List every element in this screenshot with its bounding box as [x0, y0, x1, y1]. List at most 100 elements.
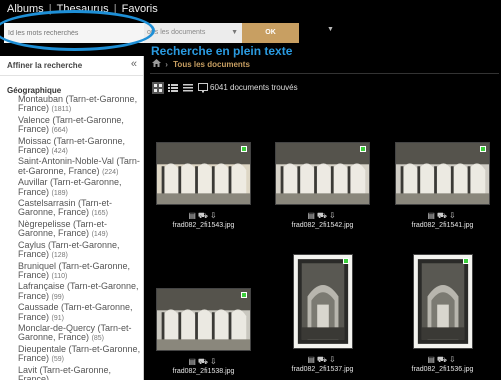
result-filename[interactable]: frad082_2fi1541.jpg — [395, 222, 490, 229]
details-icon[interactable]: ▤ — [427, 355, 437, 364]
nav-albums[interactable]: Albums — [7, 0, 44, 18]
facet-count: (1811) — [51, 106, 72, 114]
result-card[interactable]: ▤⛟⇩ frad082_2fi1543.jpg — [156, 142, 251, 229]
download-icon[interactable]: ⇩ — [329, 211, 338, 220]
result-thumbnail[interactable] — [156, 142, 251, 205]
results-area: › Tous les documents 6041 documents trou… — [144, 56, 501, 380]
facet-label: Bruniquel (Tarn-et-Garonne, France) — [18, 260, 131, 280]
facet-item[interactable]: Nègrepelisse (Tarn-et-Garonne, France) (… — [18, 219, 142, 240]
selection-checkbox[interactable] — [462, 258, 469, 264]
facet-item[interactable]: Moissac (Tarn-et-Garonne, France) (424) — [18, 135, 142, 157]
download-icon[interactable]: ⇩ — [449, 211, 458, 220]
facet-item[interactable]: Lafrançaise (Tarn-et-Garonne, France) (9… — [18, 282, 142, 302]
breadcrumb: › Tous les documents — [152, 59, 250, 69]
list-view-icon[interactable] — [167, 82, 179, 94]
facet-item[interactable]: Monclar-de-Quercy (Tarn-et-Garonne, Fran… — [18, 322, 142, 344]
download-icon[interactable]: ⇩ — [210, 357, 219, 366]
facet-label: Caylus (Tarn-et-Garonne, France) — [18, 239, 120, 260]
options-chevron-down-icon[interactable]: ▼ — [327, 26, 334, 33]
facet-label: Auvillar (Tarn-et-Garonne, France) — [18, 177, 122, 197]
details-icon[interactable]: ▤ — [427, 211, 437, 220]
download-icon[interactable]: ⇩ — [449, 355, 458, 364]
download-icon[interactable]: ⇩ — [329, 355, 338, 364]
facet-count: (424) — [51, 148, 68, 156]
facet-count: (110) — [51, 272, 68, 280]
facet-label: Monclar-de-Quercy (Tarn-et-Garonne, Fran… — [18, 322, 132, 343]
nav-favoris[interactable]: Favoris — [122, 0, 158, 18]
facet-item[interactable]: Caylus (Tarn-et-Garonne, France) (128) — [18, 239, 142, 261]
grid-view-icon[interactable] — [152, 82, 164, 94]
facet-label: Saint-Antonin-Noble-Val (Tarn-et-Garonne… — [18, 156, 140, 176]
facet-label: Moissac (Tarn-et-Garonne, France) — [18, 135, 126, 156]
details-icon[interactable]: ▤ — [188, 211, 198, 220]
scope-value: ous les documents — [147, 29, 206, 36]
facet-item[interactable]: Auvillar (Tarn-et-Garonne, France) (189) — [18, 177, 142, 198]
result-actions: ▤⛟⇩ — [395, 211, 490, 221]
facet-count: (59) — [51, 356, 64, 364]
details-icon[interactable]: ▤ — [188, 357, 198, 366]
selection-checkbox[interactable] — [241, 146, 247, 152]
selection-checkbox[interactable] — [241, 292, 247, 298]
result-thumbnail[interactable] — [156, 288, 251, 351]
selection-checkbox[interactable] — [342, 258, 349, 264]
result-filename[interactable]: frad082_2fi1542.jpg — [275, 222, 370, 229]
chevron-down-icon: ▼ — [231, 29, 238, 36]
ok-button[interactable]: OK — [242, 23, 299, 43]
result-thumbnail[interactable] — [412, 254, 473, 349]
result-filename[interactable]: frad082_2fi1537.jpg — [275, 366, 370, 373]
facet-count: (128) — [51, 252, 68, 260]
result-thumbnail[interactable] — [292, 254, 353, 349]
result-filename[interactable]: frad082_2fi1538.jpg — [156, 368, 251, 375]
facet-label: Valence (Tarn-et-Garonne, France) — [18, 114, 124, 135]
facet-item[interactable]: Saint-Antonin-Noble-Val (Tarn-et-Garonne… — [18, 157, 142, 177]
result-card[interactable]: ▤⛟⇩ frad082_2fi1537.jpg — [275, 254, 370, 373]
facet-item[interactable]: Lavit (Tarn-et-Garonne, France) — [18, 365, 142, 380]
result-card[interactable]: ▤⛟⇩ frad082_2fi1541.jpg — [395, 142, 490, 229]
nav-separator: | — [113, 3, 117, 15]
slideshow-icon[interactable] — [197, 82, 209, 94]
details-icon[interactable]: ▤ — [307, 355, 317, 364]
facet-item[interactable]: Castelsarrasin (Tarn-et-Garonne, France)… — [18, 198, 142, 219]
facet-item[interactable]: Montauban (Tarn-et-Garonne, France) (181… — [18, 94, 142, 115]
detail-view-icon[interactable] — [182, 82, 194, 94]
facet-item[interactable]: Valence (Tarn-et-Garonne, France) (664) — [18, 114, 142, 136]
cart-icon[interactable]: ⛟ — [198, 211, 210, 220]
nav-separator: | — [48, 3, 52, 15]
divider — [150, 73, 499, 74]
facet-count: (99) — [51, 293, 64, 301]
facet-count: (664) — [51, 127, 68, 135]
search-input[interactable] — [4, 23, 144, 43]
result-card[interactable]: ▤⛟⇩ frad082_2fi1538.jpg — [156, 288, 251, 375]
collapse-icon[interactable]: « — [131, 58, 137, 70]
facet-count: (91) — [51, 314, 64, 322]
selection-checkbox[interactable] — [480, 146, 486, 152]
result-thumbnail[interactable] — [275, 142, 370, 205]
cart-icon[interactable]: ⛟ — [317, 211, 329, 220]
facet-item[interactable]: Dieupentale (Tarn-et-Garonne, France) (5… — [18, 344, 142, 365]
breadcrumb-chevron-icon: › — [165, 60, 168, 69]
nav-thesaurus[interactable]: Thesaurus — [57, 0, 109, 18]
result-filename[interactable]: frad082_2fi1543.jpg — [156, 222, 251, 229]
cart-icon[interactable]: ⛟ — [198, 357, 210, 366]
cart-icon[interactable]: ⛟ — [437, 355, 449, 364]
result-actions: ▤⛟⇩ — [156, 211, 251, 221]
breadcrumb-current[interactable]: Tous les documents — [173, 60, 250, 69]
sidebar: Affiner la recherche « Géographique Mont… — [0, 56, 144, 380]
result-count: 6041 documents trouvés — [210, 83, 298, 92]
facet-label: Lafrançaise (Tarn-et-Garonne, France) — [18, 281, 139, 301]
cart-icon[interactable]: ⛟ — [317, 355, 329, 364]
result-card[interactable]: ▤⛟⇩ frad082_2fi1542.jpg — [275, 142, 370, 229]
facet-count: (224) — [102, 168, 119, 176]
cart-icon[interactable]: ⛟ — [437, 211, 449, 220]
result-card[interactable]: ▤⛟⇩ frad082_2fi1536.jpg — [395, 254, 490, 373]
result-filename[interactable]: frad082_2fi1536.jpg — [395, 366, 490, 373]
details-icon[interactable]: ▤ — [307, 211, 317, 220]
facet-item[interactable]: Caussade (Tarn-et-Garonne, France) (91) — [18, 302, 142, 323]
result-actions: ▤⛟⇩ — [275, 211, 370, 221]
download-icon[interactable]: ⇩ — [210, 211, 219, 220]
home-icon[interactable] — [152, 59, 163, 69]
facet-item[interactable]: Bruniquel (Tarn-et-Garonne, France) (110… — [18, 260, 142, 282]
selection-checkbox[interactable] — [360, 146, 366, 152]
scope-select[interactable]: ous les documents ▼ — [144, 23, 242, 43]
result-thumbnail[interactable] — [395, 142, 490, 205]
